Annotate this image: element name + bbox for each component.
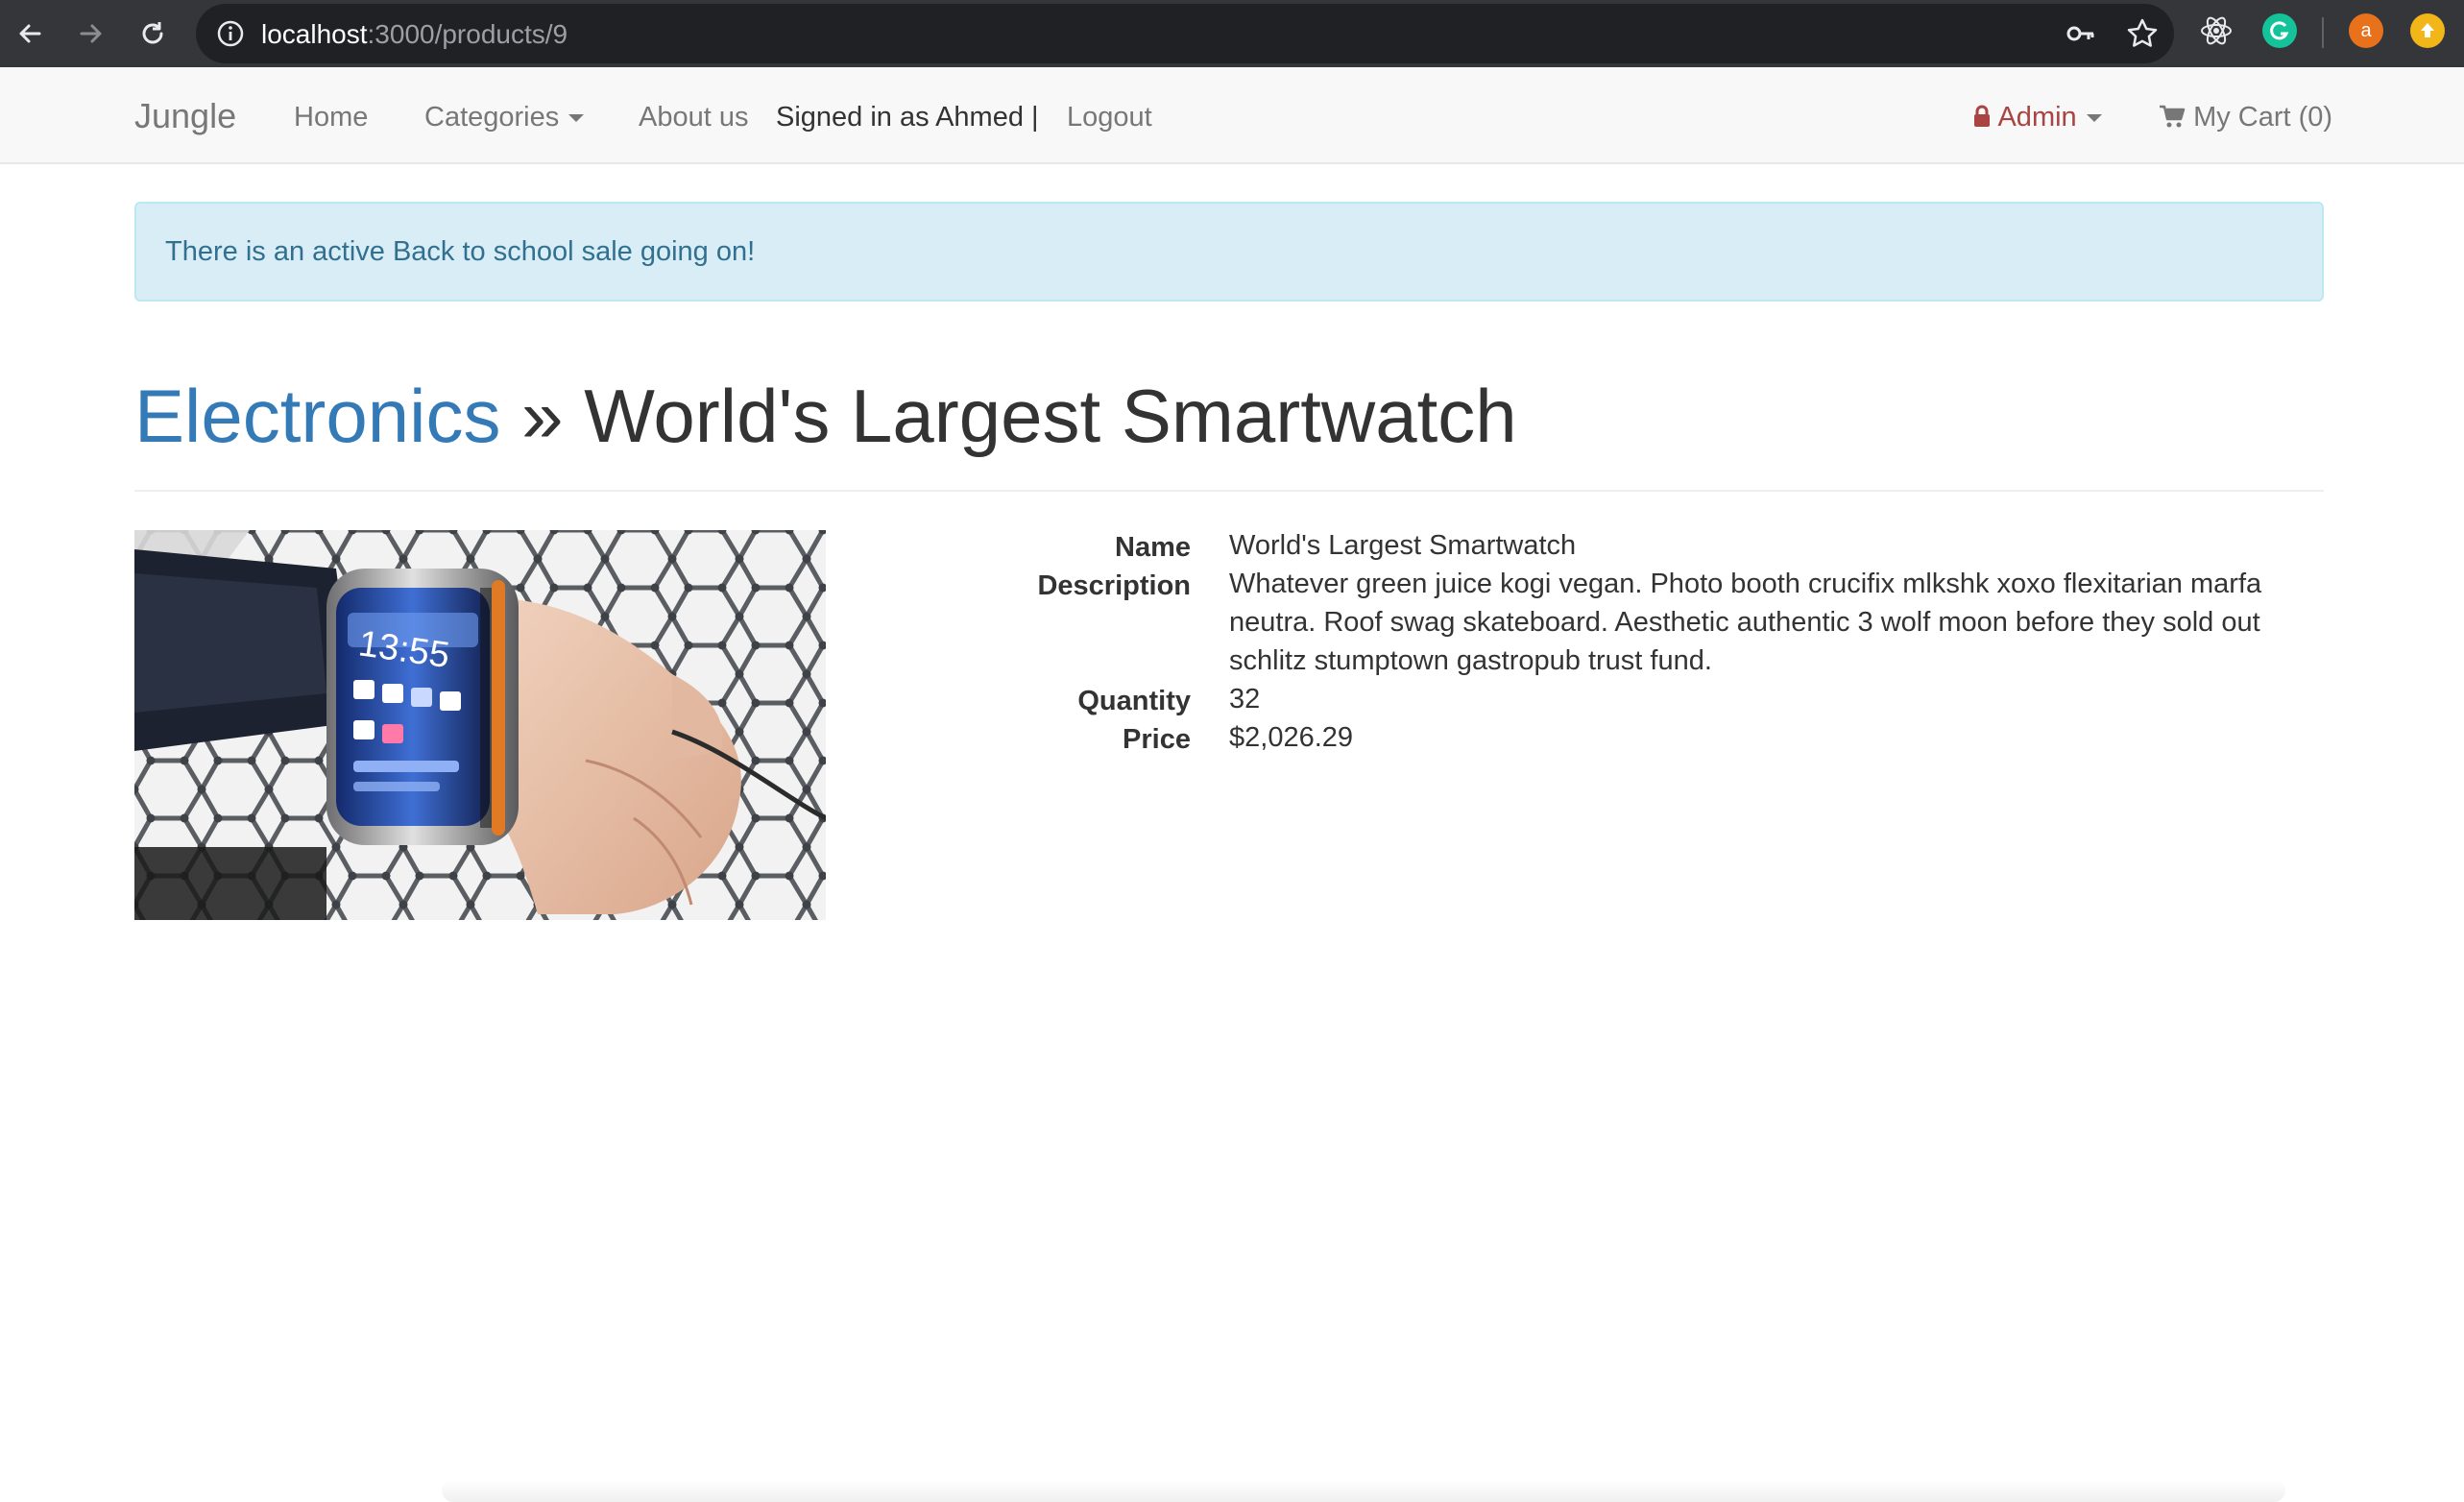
- description-label: Description: [1037, 570, 1191, 601]
- description-value: Whatever green juice kogi vegan. Photo b…: [1229, 569, 2262, 676]
- nav-admin-label: Admin: [1997, 102, 2077, 133]
- profile-avatar[interactable]: a: [2349, 13, 2383, 48]
- breadcrumb-separator: »: [500, 374, 585, 458]
- star-icon[interactable]: [2126, 17, 2159, 50]
- quantity-label: Quantity: [1077, 686, 1191, 716]
- nav-categories-dropdown[interactable]: Categories: [424, 102, 585, 133]
- category-link[interactable]: Electronics: [134, 374, 500, 458]
- page-title: Electronics » World's Largest Smartwatch: [134, 373, 1517, 459]
- react-devtools-icon[interactable]: [2199, 13, 2234, 48]
- browser-toolbar: localhost:3000/products/9 a: [0, 0, 2464, 67]
- brand-link[interactable]: Jungle: [134, 96, 236, 136]
- nav-cart-label: My Cart (0): [2193, 102, 2333, 133]
- nav-categories-label: Categories: [424, 102, 560, 133]
- address-bar[interactable]: localhost:3000/products/9: [196, 4, 2174, 63]
- sale-alert: There is an active Back to school sale g…: [134, 202, 2324, 302]
- price-label: Price: [1123, 724, 1191, 755]
- nav-cart[interactable]: My Cart (0): [2159, 102, 2332, 133]
- url-text[interactable]: localhost:3000/products/9: [261, 19, 568, 50]
- back-arrow-icon[interactable]: [8, 12, 52, 56]
- toolbar-separator: [2322, 17, 2324, 48]
- url-host: localhost: [261, 19, 368, 49]
- reload-icon[interactable]: [131, 12, 175, 56]
- bottom-shadow: [442, 1479, 2285, 1502]
- caret-down-icon: [2086, 114, 2102, 123]
- name-value: World's Largest Smartwatch: [1229, 530, 1577, 561]
- nav-logout[interactable]: Logout: [1067, 102, 1152, 133]
- site-navbar: Jungle Home Categories About us Signed i…: [0, 67, 2464, 164]
- quantity-value: 32: [1229, 684, 1261, 715]
- sale-alert-text: There is an active Back to school sale g…: [165, 236, 756, 267]
- grammarly-icon[interactable]: [2262, 13, 2297, 48]
- name-label: Name: [1115, 532, 1191, 563]
- signed-in-text: Signed in as Ahmed |: [776, 102, 1039, 133]
- nav-admin-dropdown[interactable]: Admin: [1972, 102, 2102, 133]
- caret-down-icon: [568, 114, 585, 123]
- product-image: 13:55: [134, 530, 826, 920]
- nav-home[interactable]: Home: [294, 102, 368, 133]
- key-icon[interactable]: [2065, 17, 2097, 50]
- page-header: Electronics » World's Largest Smartwatch: [134, 373, 2324, 492]
- shopping-cart-icon: [2160, 105, 2186, 128]
- info-icon[interactable]: [215, 18, 246, 49]
- product-title: World's Largest Smartwatch: [584, 374, 1517, 458]
- price-value: $2,026.29: [1229, 722, 1354, 753]
- lock-icon: [1974, 105, 1990, 127]
- url-path: :3000/products/9: [367, 19, 568, 49]
- extension-icon[interactable]: [2410, 13, 2445, 48]
- nav-about[interactable]: About us: [639, 102, 748, 133]
- forward-arrow-icon[interactable]: [69, 12, 113, 56]
